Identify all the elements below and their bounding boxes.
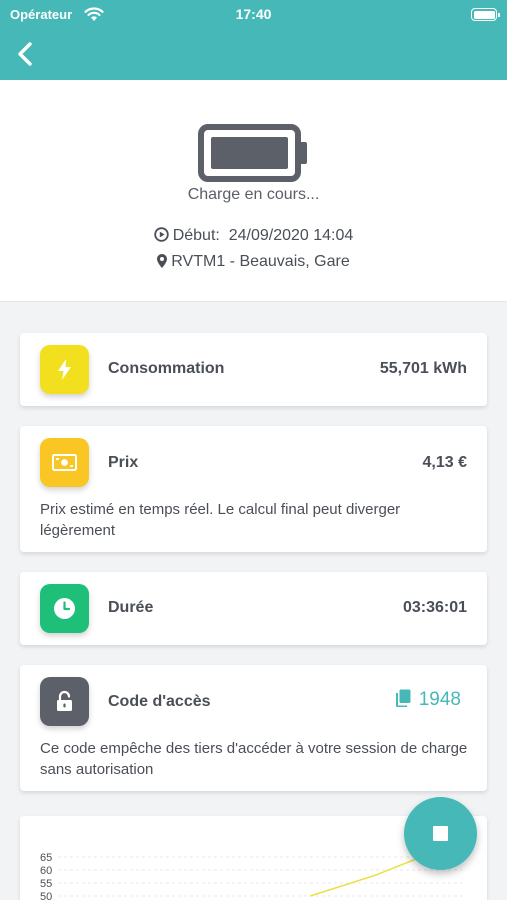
clock-icon [54,598,75,619]
play-circle-icon [154,227,169,242]
lightning-icon [58,359,71,380]
access-code-description: Ce code empêche des tiers d'accéder à vo… [40,740,468,778]
duration-card: Durée 03:36:01 [20,572,487,645]
stop-icon [433,826,448,841]
status-time: 17:40 [235,6,272,22]
access-code-value: 1948 [418,689,461,710]
price-icon-tile [40,438,89,487]
y-tick-label: 65 [40,852,52,864]
status-bar: Opérateur 17:40 [0,0,507,30]
back-button[interactable] [10,38,44,72]
consumption-icon-tile [40,345,89,394]
start-time-line: Début: 24/09/2020 14:04 [0,227,507,245]
map-pin-icon [157,254,168,268]
copy-icon [395,689,411,708]
y-tick-label: 60 [40,865,52,877]
duration-value: 03:36:01 [402,599,467,616]
duration-icon-tile [40,584,89,633]
access-code-title: Code d'accès [108,693,211,710]
lock-open-icon [57,690,72,711]
y-tick-label: 55 [40,878,52,890]
nav-bar [0,30,507,80]
status-battery-icon [471,8,500,21]
charge-status-text: Charge en cours... [187,186,320,203]
location-line: RVTM1 - Beauvais, Gare [0,253,507,271]
chevron-left-icon [18,42,32,66]
price-card: Prix 4,13 € Prix estimé en temps réel. L… [20,426,487,552]
consumption-card: Consommation 55,701 kWh [20,333,487,406]
series-line [310,855,425,897]
y-tick-label: 50 [40,891,52,900]
access-code-icon-tile [40,677,89,726]
location-text: RVTM1 - Beauvais, Gare [171,253,350,270]
duration-title: Durée [108,599,154,616]
price-title: Prix [108,454,139,471]
access-code-card: Code d'accès 1948 Ce code empêche des ti… [20,665,487,791]
consumption-value: 55,701 kWh [379,360,467,377]
banknote-icon [52,454,77,471]
start-label: Début: [172,227,220,244]
consumption-title: Consommation [108,360,225,377]
price-value: 4,13 € [422,454,467,471]
stop-charge-button[interactable] [404,797,477,870]
price-description: Prix estimé en temps réel. Le calcul fin… [40,501,401,539]
session-header: Charge en cours... Début: 24/09/2020 14:… [0,80,507,302]
battery-icon [198,124,307,182]
start-value: 24/09/2020 14:04 [228,227,354,244]
access-code-copy-button[interactable]: 1948 [395,689,461,711]
